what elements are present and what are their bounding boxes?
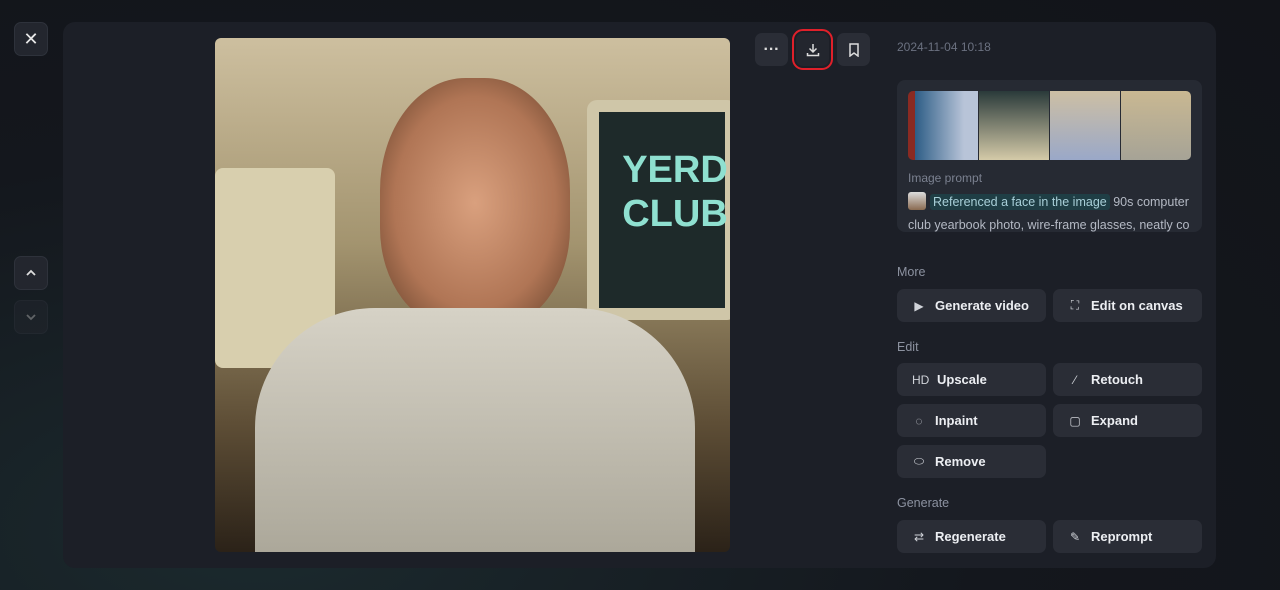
face-reference-thumbnail	[908, 192, 926, 210]
retouch-button[interactable]: ⁄ Retouch	[1053, 363, 1202, 396]
reprompt-button[interactable]: ✎ Reprompt	[1053, 520, 1202, 553]
canvas-icon: ⛶	[1070, 298, 1080, 312]
chevron-down-icon	[26, 314, 36, 321]
prompt-label: Image prompt	[908, 171, 983, 185]
screen-text: CLUB	[622, 193, 728, 235]
next-button[interactable]	[14, 300, 48, 334]
previous-button[interactable]	[14, 256, 48, 290]
download-button[interactable]	[792, 29, 833, 70]
close-icon: ✕	[23, 28, 39, 49]
button-label: Edit on canvas	[1091, 298, 1183, 313]
thumbnail[interactable]	[979, 91, 1049, 160]
pen-icon: ✎	[1069, 529, 1081, 544]
prompt-text: Referenced a face in the image 90s compu…	[908, 191, 1193, 232]
chevron-up-icon	[26, 269, 36, 276]
more-button[interactable]: ···	[755, 33, 788, 66]
button-label: Upscale	[937, 372, 987, 387]
button-label: Inpaint	[935, 413, 978, 428]
thumbnail[interactable]	[1121, 91, 1191, 160]
button-label: Remove	[935, 454, 986, 469]
section-generate-title: Generate	[897, 496, 950, 510]
inpaint-brush-icon: ◌	[915, 413, 923, 428]
magic-wand-icon: ⁄	[1073, 372, 1076, 387]
edit-on-canvas-button[interactable]: ⛶ Edit on canvas	[1053, 289, 1202, 322]
expand-icon: ▢	[1069, 413, 1081, 428]
thumbnail[interactable]	[1050, 91, 1120, 160]
button-label: Generate video	[935, 298, 1029, 313]
creation-date: 2024-11-04 10:18	[897, 40, 991, 54]
section-more-title: More	[897, 265, 926, 279]
download-icon	[806, 43, 819, 56]
button-label: Expand	[1091, 413, 1138, 428]
main-image: YERD CLUB	[215, 38, 730, 552]
section-edit-title: Edit	[897, 340, 919, 354]
expand-button[interactable]: ▢ Expand	[1053, 404, 1202, 437]
prompt-card: Image prompt Referenced a face in the im…	[897, 80, 1202, 232]
button-label: Regenerate	[935, 529, 1006, 544]
face-reference-chip: Referenced a face in the image	[930, 194, 1110, 210]
bookmark-icon	[848, 42, 859, 57]
screen-text: YERD	[622, 149, 728, 191]
video-plus-icon: ▶	[914, 298, 924, 313]
upscale-button[interactable]: HD Upscale	[897, 363, 1046, 396]
remove-button[interactable]: ⬭ Remove	[897, 445, 1046, 478]
regenerate-button[interactable]: ⇄ Regenerate	[897, 520, 1046, 553]
eraser-icon: ⬭	[913, 454, 925, 468]
generate-video-button[interactable]: ▶ Generate video	[897, 289, 1046, 322]
repeat-icon: ⇄	[913, 529, 925, 544]
bookmark-button[interactable]	[837, 33, 870, 66]
inpaint-button[interactable]: ◌ Inpaint	[897, 404, 1046, 437]
hd-icon: HD	[912, 372, 930, 387]
button-label: Reprompt	[1091, 529, 1153, 544]
thumbnail[interactable]	[908, 91, 978, 160]
close-button[interactable]: ✕	[14, 22, 48, 56]
more-icon: ···	[763, 40, 780, 58]
button-label: Retouch	[1091, 372, 1143, 387]
